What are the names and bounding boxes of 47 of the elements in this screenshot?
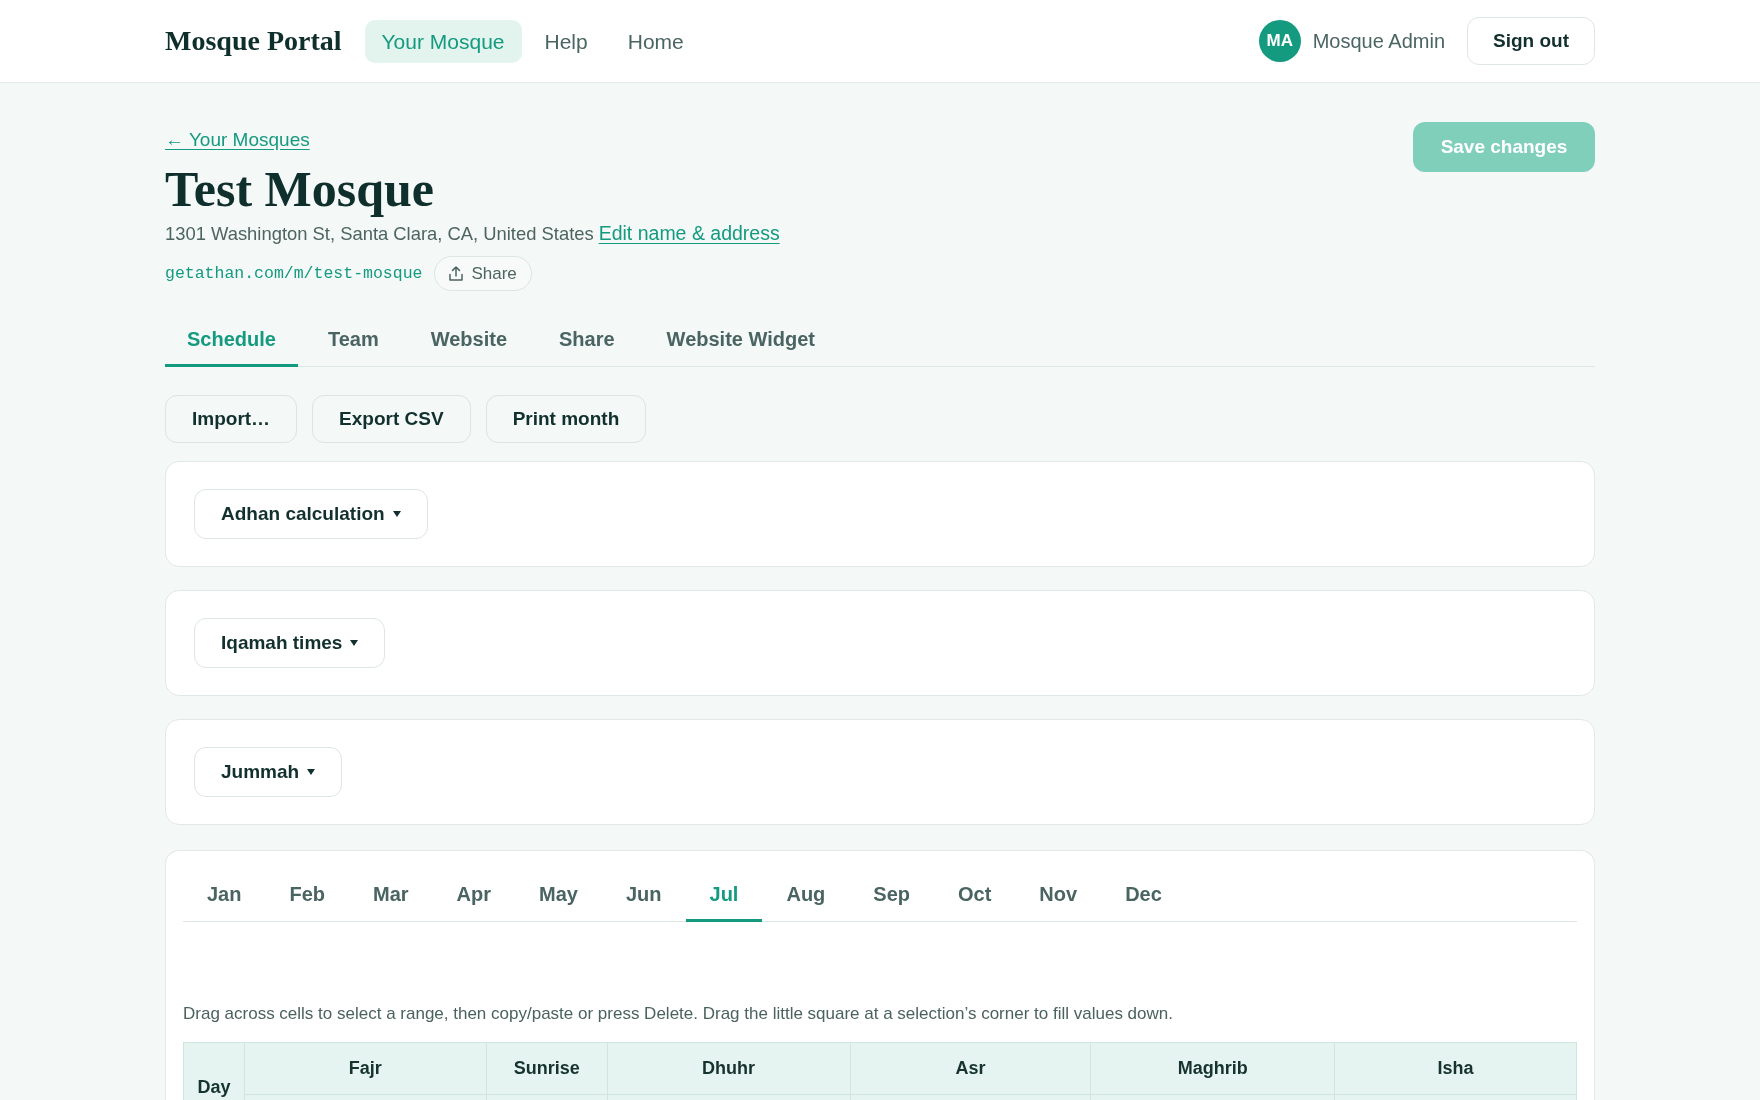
mosque-url: getathan.com/m/test-mosque	[165, 264, 423, 283]
nav-link[interactable]: Help	[527, 19, 605, 63]
sign-out-button[interactable]: Sign out	[1467, 17, 1595, 65]
action-button[interactable]: Import…	[165, 395, 298, 443]
back-link[interactable]: ← Your Mosques	[165, 128, 310, 152]
edit-link[interactable]: Edit name & address	[598, 220, 780, 246]
month-tab[interactable]: Apr	[432, 870, 516, 922]
table-header-cell: Maghrib	[1091, 1043, 1336, 1095]
month-tab[interactable]: May	[515, 870, 602, 922]
hint-text: Drag across cells to select a range, then copy/paste or press Delete. Drag the little square at a selection’s corner to fill values down.	[183, 1003, 1174, 1025]
user-name: Mosque Admin	[1312, 29, 1445, 53]
caret-down-icon	[307, 769, 316, 775]
month-tab[interactable]: Oct	[934, 870, 1016, 922]
section-toggle-button[interactable]: Jummah	[194, 747, 343, 797]
table-header-cell: Isha	[1335, 1043, 1577, 1095]
month-tab[interactable]: Dec	[1101, 870, 1186, 922]
month-tab[interactable]: Feb	[265, 870, 350, 922]
month-tab[interactable]: Sep	[849, 870, 934, 922]
tab[interactable]: Website	[408, 317, 529, 367]
tab[interactable]: Team	[305, 317, 401, 367]
table-header-cell: Asr	[850, 1043, 1092, 1095]
month-tab[interactable]: Jun	[601, 870, 686, 922]
share-icon	[449, 266, 464, 281]
month-tab[interactable]: Nov	[1015, 870, 1102, 922]
action-button[interactable]: Export CSV	[312, 395, 471, 443]
logo[interactable]: Mosque Portal	[165, 25, 342, 57]
share-button[interactable]: Share	[434, 256, 532, 291]
nav-link[interactable]: Home	[610, 19, 701, 63]
table-header-cell: Day	[184, 1043, 245, 1100]
tab[interactable]: Website Widget	[644, 317, 837, 367]
action-button[interactable]: Print month	[485, 395, 647, 443]
month-tab[interactable]: Mar	[349, 870, 433, 922]
table-header-cell: Fajr	[244, 1043, 487, 1095]
caret-down-icon	[350, 640, 359, 646]
caret-down-icon	[392, 511, 401, 517]
table-header-cell: Sunrise	[486, 1043, 608, 1095]
address-text: 1301 Washington St, Santa Clara, CA, United States	[165, 222, 594, 246]
section-toggle-button[interactable]: Adhan calculation	[194, 489, 428, 539]
tab[interactable]: Share	[537, 317, 637, 367]
month-tab[interactable]: Jul	[685, 870, 763, 922]
month-tab[interactable]: Jan	[183, 870, 266, 922]
section-toggle-button[interactable]: Iqamah times	[194, 618, 386, 668]
month-tab[interactable]: Aug	[762, 870, 850, 922]
mosque-title: Test Mosque	[165, 162, 435, 216]
tab[interactable]: Schedule	[165, 317, 298, 367]
table-header-cell: Dhuhr	[607, 1043, 851, 1095]
avatar: MA	[1258, 20, 1301, 62]
